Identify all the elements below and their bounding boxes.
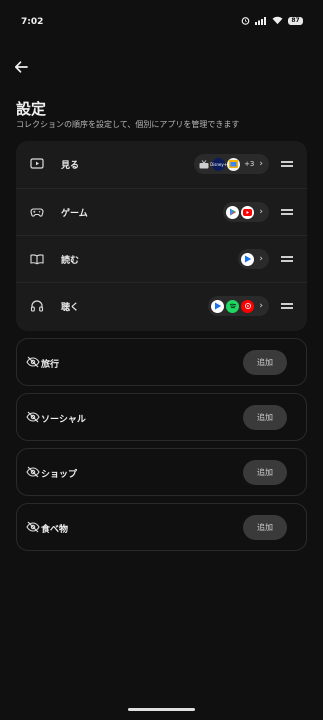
alarm-icon xyxy=(241,17,250,25)
hidden-category-label: ソーシャル xyxy=(41,415,86,425)
more-apps-count: +3 xyxy=(244,160,255,168)
category-row-games[interactable]: ゲーム › xyxy=(16,188,307,236)
add-button[interactable]: 追加 xyxy=(243,460,287,485)
gamepad-icon xyxy=(30,208,44,217)
signal-icon xyxy=(255,16,266,25)
hidden-category-travel: 旅行 追加 xyxy=(16,338,307,386)
chevron-right-icon: › xyxy=(259,254,263,264)
files-app-icon xyxy=(227,157,241,171)
hidden-category-label: 食べ物 xyxy=(41,525,69,535)
category-label: 見る xyxy=(61,161,80,171)
youtube-icon xyxy=(241,205,255,219)
app-chip-group[interactable]: › xyxy=(208,296,269,316)
gesture-nav-handle[interactable] xyxy=(128,708,195,711)
status-bar: 7:02 87 xyxy=(0,0,323,40)
page-subtitle: コレクションの順序を設定して、個別にアプリを管理できます xyxy=(16,120,240,129)
wifi-icon xyxy=(272,16,283,25)
app-chip-group[interactable]: › xyxy=(238,249,269,269)
app-chip-group[interactable]: › xyxy=(223,202,269,222)
add-button[interactable]: 追加 xyxy=(243,350,287,375)
hidden-category-label: ショップ xyxy=(41,470,78,480)
eye-off-icon xyxy=(26,521,40,533)
drag-handle-icon[interactable] xyxy=(281,209,293,215)
hidden-category-shop: ショップ 追加 xyxy=(16,448,307,496)
play-books-icon xyxy=(241,252,255,266)
battery-icon: 87 xyxy=(288,16,303,25)
eye-off-icon xyxy=(26,411,40,423)
youtube-music-icon xyxy=(241,299,255,313)
eye-off-icon xyxy=(26,356,40,368)
drag-handle-icon[interactable] xyxy=(281,161,293,167)
category-row-listen[interactable]: 聴く › xyxy=(16,282,307,330)
clock: 7:02 xyxy=(21,17,44,27)
app-chip-group[interactable]: Disney+ +3 › xyxy=(194,154,269,174)
play-screen-icon xyxy=(30,158,44,169)
page-title: 設定 xyxy=(16,100,47,118)
add-button[interactable]: 追加 xyxy=(243,405,287,430)
book-icon xyxy=(30,254,44,265)
collection-order-card: 見る Disney+ +3 › ゲーム › 読む › 聴く › xyxy=(16,141,307,331)
hidden-category-food: 食べ物 追加 xyxy=(16,503,307,551)
category-row-watch[interactable]: 見る Disney+ +3 › xyxy=(16,141,307,188)
headphones-icon xyxy=(30,300,44,312)
chevron-right-icon: › xyxy=(259,207,263,217)
category-label: 読む xyxy=(61,256,80,266)
play-books-audio-icon xyxy=(211,299,225,313)
chevron-right-icon: › xyxy=(259,159,263,169)
drag-handle-icon[interactable] xyxy=(281,256,293,262)
eye-off-icon xyxy=(26,466,40,478)
category-row-read[interactable]: 読む › xyxy=(16,235,307,283)
play-games-icon xyxy=(226,205,240,219)
disney-plus-icon: Disney+ xyxy=(210,157,227,171)
chevron-right-icon: › xyxy=(259,301,263,311)
spotify-icon xyxy=(226,299,240,313)
category-label: ゲーム xyxy=(61,209,88,219)
add-button[interactable]: 追加 xyxy=(243,515,287,540)
tv-app-icon xyxy=(197,157,211,171)
back-arrow-icon[interactable] xyxy=(13,59,29,75)
hidden-category-label: 旅行 xyxy=(41,360,60,370)
status-icons: 87 xyxy=(241,16,303,25)
drag-handle-icon[interactable] xyxy=(281,303,293,309)
hidden-category-social: ソーシャル 追加 xyxy=(16,393,307,441)
category-label: 聴く xyxy=(61,303,80,313)
